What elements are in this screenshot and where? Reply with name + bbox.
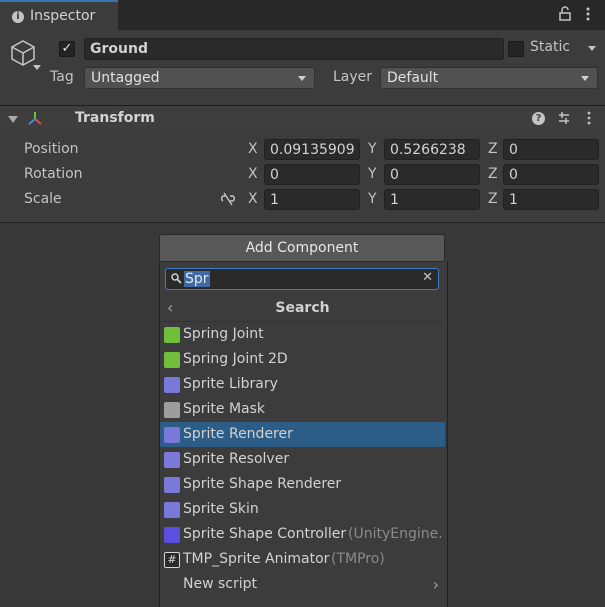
list-item-namespace: (UnityEngine.: [348, 526, 443, 542]
sprite-skin-icon: [164, 502, 180, 518]
list-item-label: Sprite Skin: [183, 501, 259, 517]
help-icon[interactable]: ?: [532, 112, 545, 125]
search-text: Spr: [184, 271, 210, 287]
list-item-label: Sprite Shape Renderer: [183, 476, 342, 492]
list-item[interactable]: Sprite Mask: [160, 397, 445, 422]
axis-y-label[interactable]: Y: [368, 141, 377, 157]
tag-label: Tag: [50, 69, 74, 85]
chevron-down-icon[interactable]: [33, 65, 41, 70]
chevron-down-icon: [298, 76, 306, 81]
spring-joint-2d-icon: [164, 352, 180, 368]
component-search-input[interactable]: Spr ✕: [165, 268, 439, 290]
static-label: Static: [530, 39, 571, 55]
scale-x-field[interactable]: 1: [264, 189, 360, 210]
sprite-shape-controller-icon: [164, 527, 180, 543]
list-item-label: Spring Joint: [183, 326, 264, 342]
position-x-field[interactable]: 0.09135909: [264, 139, 360, 160]
list-item-label: Sprite Shape Controller: [183, 526, 347, 542]
scale-label: Scale: [24, 191, 62, 207]
transform-icon: [28, 112, 42, 125]
position-label: Position: [24, 141, 79, 157]
layer-value: Default: [387, 70, 439, 86]
list-item[interactable]: Sprite Renderer: [160, 422, 445, 447]
list-item[interactable]: Spring Joint 2D: [160, 347, 445, 372]
sprite-library-icon: [164, 377, 180, 393]
script-icon: #: [164, 552, 180, 568]
clear-search-icon[interactable]: ✕: [422, 270, 433, 285]
search-panel-title: Search: [275, 300, 330, 316]
axis-z-label[interactable]: Z: [488, 191, 498, 207]
tab-inspector[interactable]: i Inspector: [0, 0, 118, 30]
kebab-menu-icon[interactable]: [584, 6, 592, 22]
list-item-label: Sprite Renderer: [183, 426, 293, 442]
preset-icon[interactable]: [557, 111, 571, 125]
tab-title: Inspector: [30, 8, 96, 24]
list-item[interactable]: Sprite Shape Controller (UnityEngine.: [160, 522, 445, 547]
lock-icon[interactable]: [558, 6, 572, 22]
sprite-mask-icon: [164, 402, 180, 418]
position-z-field[interactable]: 0: [503, 139, 599, 160]
check-icon: ✓: [61, 41, 73, 56]
axis-y-label[interactable]: Y: [368, 166, 377, 182]
chevron-down-icon: [581, 76, 589, 81]
chevron-right-icon: ›: [432, 575, 439, 594]
info-icon: i: [12, 11, 24, 23]
list-item[interactable]: New script ›: [160, 572, 445, 597]
object-name-field[interactable]: Ground: [84, 38, 504, 60]
list-item-label: Sprite Library: [183, 376, 278, 392]
sprite-renderer-icon: [164, 427, 180, 443]
axis-x-label[interactable]: X: [248, 166, 258, 182]
sprite-shape-renderer-icon: [164, 477, 180, 493]
list-item[interactable]: Sprite Library: [160, 372, 445, 397]
active-checkbox[interactable]: ✓: [59, 41, 75, 57]
axis-y-label[interactable]: Y: [368, 191, 377, 207]
transform-title: Transform: [75, 110, 155, 126]
scale-z-field[interactable]: 1: [503, 189, 599, 210]
list-item-label: New script: [183, 576, 257, 592]
rotation-label: Rotation: [24, 166, 83, 182]
list-item[interactable]: Sprite Skin: [160, 497, 445, 522]
component-menu-icon[interactable]: [586, 111, 592, 125]
list-item[interactable]: # TMP_Sprite Animator (TMPro): [160, 547, 445, 572]
search-icon: [171, 273, 182, 284]
tag-value: Untagged: [91, 70, 160, 86]
spring-joint-icon: [164, 327, 180, 343]
axis-z-label[interactable]: Z: [488, 141, 498, 157]
foldout-arrow-icon[interactable]: [8, 116, 18, 123]
static-checkbox[interactable]: [508, 41, 524, 57]
list-item[interactable]: Spring Joint: [160, 322, 445, 347]
layer-dropdown[interactable]: Default: [380, 67, 598, 89]
layer-label: Layer: [333, 69, 373, 85]
sprite-resolver-icon: [164, 452, 180, 468]
list-item[interactable]: Sprite Resolver: [160, 447, 445, 472]
gameobject-cube-icon: [11, 40, 35, 66]
axis-z-label[interactable]: Z: [488, 166, 498, 182]
rotation-z-field[interactable]: 0: [503, 164, 599, 185]
static-dropdown-icon[interactable]: [588, 46, 596, 51]
position-y-field[interactable]: 0.5266238: [384, 139, 480, 160]
add-component-button[interactable]: Add Component: [159, 234, 445, 262]
tag-dropdown[interactable]: Untagged: [84, 67, 315, 89]
list-item-label: TMP_Sprite Animator: [183, 551, 330, 567]
list-item[interactable]: Sprite Shape Renderer: [160, 472, 445, 497]
rotation-x-field[interactable]: 0: [264, 164, 360, 185]
scale-y-field[interactable]: 1: [384, 189, 480, 210]
rotation-y-field[interactable]: 0: [384, 164, 480, 185]
unlinked-scale-icon[interactable]: [220, 192, 236, 206]
axis-x-label[interactable]: X: [248, 191, 258, 207]
search-header: ‹ Search: [160, 296, 445, 322]
axis-x-label[interactable]: X: [248, 141, 258, 157]
list-item-label: Sprite Mask: [183, 401, 266, 417]
list-item-label: Spring Joint 2D: [183, 351, 288, 367]
list-item-namespace: (TMPro): [331, 551, 385, 567]
list-item-label: Sprite Resolver: [183, 451, 290, 467]
